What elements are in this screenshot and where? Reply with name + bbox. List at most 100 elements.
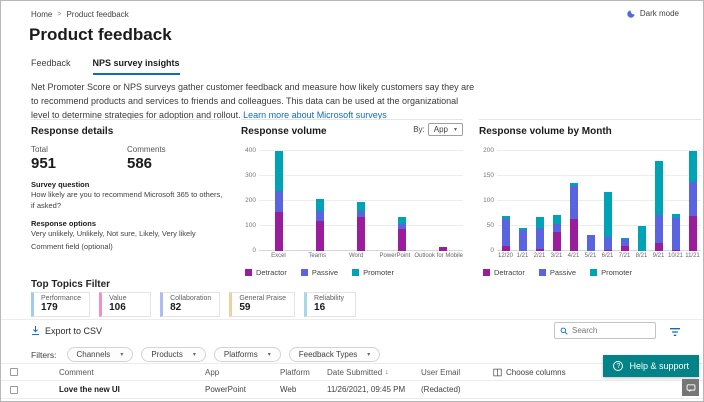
segment-passive bbox=[518, 230, 527, 251]
segment-passive bbox=[275, 191, 284, 213]
bar-teams[interactable] bbox=[316, 198, 325, 251]
x-axis-label: 5/21 bbox=[584, 253, 597, 259]
filter-icon bbox=[670, 328, 680, 336]
feedback-widget-button[interactable] bbox=[682, 379, 699, 396]
column-header-comment[interactable]: Comment bbox=[59, 368, 205, 377]
topic-label: General Praise bbox=[239, 295, 287, 302]
x-axis-label: Outlook for Mobile bbox=[414, 253, 464, 259]
row-checkbox[interactable] bbox=[10, 385, 18, 394]
topic-label: Value bbox=[109, 295, 127, 302]
topic-value: 59 bbox=[239, 302, 251, 313]
segment-detractor bbox=[671, 250, 680, 251]
cell-user-email: (Redacted) bbox=[421, 385, 461, 394]
search-input[interactable] bbox=[572, 326, 646, 335]
filter-dropdown-products[interactable]: Products ▾ bbox=[141, 347, 206, 362]
x-axis-label: 2/21 bbox=[533, 253, 546, 259]
select-all-checkbox[interactable] bbox=[10, 368, 18, 376]
search-box[interactable] bbox=[554, 322, 656, 339]
legend-item-passive: Passive bbox=[538, 268, 576, 277]
x-axis-label: 9/21 bbox=[652, 253, 665, 259]
y-axis-tick-label: 400 bbox=[245, 147, 256, 154]
topic-card-reliability[interactable]: Reliability 16 bbox=[304, 292, 357, 317]
bar-5/21[interactable] bbox=[586, 235, 595, 251]
topic-value: 16 bbox=[314, 302, 326, 313]
legend-label: Detractor bbox=[494, 268, 525, 277]
bar-4/21[interactable] bbox=[569, 182, 578, 251]
response-options-line2: Comment field (optional) bbox=[31, 241, 113, 251]
segment-passive bbox=[569, 186, 578, 219]
top-topics-filter: Performance 179 Value 106 Collaboration 82 Gen… bbox=[31, 292, 357, 317]
response-details-title: Response details bbox=[31, 126, 114, 137]
survey-question-text: How likely are you to recommend Microsof… bbox=[31, 190, 223, 210]
column-header-user-email[interactable]: User Email bbox=[421, 368, 493, 377]
total-label: Total bbox=[31, 145, 48, 154]
bar-11/21[interactable] bbox=[688, 151, 697, 251]
bar-12/20[interactable] bbox=[501, 216, 510, 251]
segment-detractor bbox=[356, 217, 365, 251]
y-axis-tick-label: 100 bbox=[245, 222, 256, 229]
bar-8/21[interactable] bbox=[637, 225, 646, 251]
topic-card-value[interactable]: Value 106 bbox=[99, 292, 152, 317]
segment-promoter bbox=[275, 151, 284, 191]
tab-feedback[interactable]: Feedback bbox=[31, 58, 71, 75]
choose-columns-label: Choose columns bbox=[506, 367, 566, 377]
chevron-down-icon: ▾ bbox=[192, 352, 196, 358]
segment-detractor bbox=[603, 249, 612, 251]
column-header-platform[interactable]: Platform bbox=[280, 368, 327, 377]
topic-card-collaboration[interactable]: Collaboration 82 bbox=[160, 292, 221, 317]
segment-passive bbox=[654, 214, 663, 243]
y-axis-tick-label: 50 bbox=[486, 222, 494, 229]
x-axis-label: Excel bbox=[271, 253, 286, 259]
response-options-line1: Very unlikely, Unlikely, Not sure, Likel… bbox=[31, 229, 196, 238]
chart-plot: 0 100 200 300 400 bbox=[245, 147, 463, 254]
column-header-date-submitted[interactable]: Date Submitted ↓ bbox=[327, 368, 421, 377]
question-icon: ? bbox=[613, 361, 624, 371]
divider bbox=[1, 319, 703, 320]
legend-item-detractor: Detractor bbox=[483, 268, 525, 277]
filter-dropdown-label: Channels bbox=[76, 350, 111, 359]
response-volume-month-title: Response volume by Month bbox=[479, 126, 612, 137]
export-csv-button[interactable]: Export to CSV bbox=[31, 326, 102, 336]
breadcrumb-current[interactable]: Product feedback bbox=[66, 10, 128, 19]
filter-dropdown-label: Platforms bbox=[223, 350, 258, 359]
filter-button[interactable] bbox=[669, 324, 681, 342]
by-app-dropdown[interactable]: App ▾ bbox=[427, 123, 463, 136]
column-header-label: App bbox=[205, 367, 220, 377]
segment-passive bbox=[552, 224, 561, 232]
dark-mode-label: Dark mode bbox=[639, 9, 679, 18]
help-support-button[interactable]: ? Help & support bbox=[603, 355, 699, 377]
topic-card-performance[interactable]: Performance 179 bbox=[31, 292, 91, 317]
cell-platform: Web bbox=[280, 385, 297, 394]
bar-1/21[interactable] bbox=[518, 228, 527, 251]
filter-dropdown-platforms[interactable]: Platforms ▾ bbox=[213, 347, 281, 362]
legend-item-promoter: Promoter bbox=[352, 268, 394, 277]
tab-nps-survey-insights[interactable]: NPS survey insights bbox=[92, 58, 180, 75]
segment-promoter bbox=[654, 160, 663, 215]
bar-powerpoint[interactable] bbox=[397, 216, 406, 251]
table-row[interactable]: Love the new UI PowerPoint Web 11/26/2021, … bbox=[1, 381, 703, 399]
legend-label: Promoter bbox=[363, 268, 394, 277]
cell-date-submitted: 11/26/2021, 09:45 PM bbox=[327, 385, 406, 394]
columns-icon bbox=[493, 368, 502, 376]
bar-9/21[interactable] bbox=[654, 160, 663, 251]
dark-mode-toggle[interactable]: Dark mode bbox=[627, 9, 679, 18]
bar-outlook-for-mobile[interactable] bbox=[438, 247, 447, 251]
bar-3/21[interactable] bbox=[552, 214, 561, 251]
segment-passive bbox=[316, 210, 325, 221]
filter-dropdown-channels[interactable]: Channels ▾ bbox=[66, 347, 134, 362]
x-axis-label: Word bbox=[348, 253, 364, 259]
bar-excel[interactable] bbox=[275, 151, 284, 251]
cell-app: PowerPoint bbox=[205, 385, 246, 394]
column-header-app[interactable]: App bbox=[205, 368, 280, 377]
filter-dropdown-feedback-types[interactable]: Feedback Types ▾ bbox=[288, 347, 381, 362]
bar-word[interactable] bbox=[356, 202, 365, 251]
breadcrumb-home-link[interactable]: Home bbox=[31, 10, 52, 19]
filter-dropdown-label: Products bbox=[151, 350, 183, 359]
bar-2/21[interactable] bbox=[535, 217, 544, 251]
bar-10/21[interactable] bbox=[671, 213, 680, 251]
x-axis-label: 3/21 bbox=[550, 253, 563, 259]
topic-card-general-praise[interactable]: General Praise 59 bbox=[229, 292, 296, 317]
bar-6/21[interactable] bbox=[603, 192, 612, 251]
bar-7/21[interactable] bbox=[620, 238, 629, 251]
legend-swatch bbox=[300, 269, 308, 276]
